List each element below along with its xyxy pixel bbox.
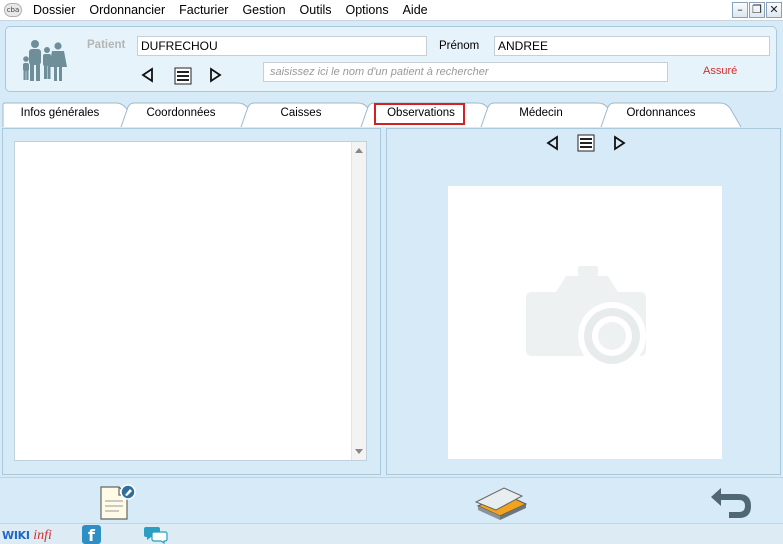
tab-caisses[interactable]: Caisses bbox=[240, 102, 380, 128]
footer-bar: WIKI infi f bbox=[0, 523, 783, 544]
window-controls: – ❐ ✕ bbox=[732, 2, 782, 18]
scroll-down-arrow-icon[interactable] bbox=[355, 449, 363, 454]
patient-firstname-field[interactable]: ANDREE bbox=[494, 36, 770, 56]
patient-label: Patient bbox=[87, 39, 126, 51]
list-icon[interactable] bbox=[577, 134, 595, 152]
menu-facturier[interactable]: Facturier bbox=[172, 0, 235, 21]
restore-button[interactable]: ❐ bbox=[749, 2, 765, 18]
tab-medecin[interactable]: Médecin bbox=[480, 102, 620, 128]
tab-coordonnees[interactable]: Coordonnées bbox=[120, 102, 260, 128]
menu-dossier[interactable]: Dossier bbox=[26, 0, 82, 21]
infi-text: infi bbox=[33, 528, 52, 543]
close-button[interactable]: ✕ bbox=[766, 2, 782, 18]
wikiinfi-link[interactable]: WIKI infi bbox=[2, 527, 52, 544]
tab-caisses-label: Caisses bbox=[280, 107, 322, 119]
tab-bar: Infos générales Coordonnées Caisses Obse… bbox=[0, 102, 783, 128]
triangle-right-icon[interactable] bbox=[207, 67, 223, 83]
tab-medecin-label: Médecin bbox=[519, 107, 563, 119]
status-badge: Assuré bbox=[703, 65, 738, 77]
observations-textarea[interactable] bbox=[14, 141, 367, 461]
observations-pane bbox=[2, 128, 381, 475]
family-icon bbox=[23, 40, 67, 81]
tab-ordonnances[interactable]: Ordonnances bbox=[600, 102, 742, 128]
chat-bubbles-icon[interactable] bbox=[144, 525, 168, 544]
tab-infos-generales-label: Infos générales bbox=[20, 107, 100, 119]
menu-options[interactable]: Options bbox=[339, 0, 396, 21]
tab-coordonnees-label: Coordonnées bbox=[146, 107, 216, 119]
photo-pane bbox=[386, 128, 781, 475]
bottom-toolbar bbox=[0, 477, 783, 523]
prenom-label: Prénom bbox=[439, 40, 480, 52]
patient-search-input[interactable] bbox=[263, 62, 668, 82]
tab-observations-label: Observations bbox=[387, 107, 455, 119]
facebook-icon[interactable]: f bbox=[82, 525, 101, 544]
camera-placeholder-icon bbox=[526, 266, 646, 370]
vertical-scrollbar[interactable] bbox=[351, 142, 366, 460]
patient-header: Patient DUFRECHOU Prénom ANDREE Assuré bbox=[5, 26, 777, 92]
app-logo-icon[interactable]: cba bbox=[4, 3, 22, 17]
return-arrow-icon[interactable] bbox=[707, 484, 757, 520]
document-edit-icon[interactable] bbox=[97, 483, 137, 521]
scanner-icon[interactable] bbox=[474, 482, 530, 522]
menu-ordonnancier[interactable]: Ordonnancier bbox=[82, 0, 172, 21]
tab-ordonnances-label: Ordonnances bbox=[626, 107, 696, 119]
triangle-left-icon[interactable] bbox=[140, 67, 156, 83]
menu-outils[interactable]: Outils bbox=[293, 0, 339, 21]
menu-bar: cba Dossier Ordonnancier Facturier Gesti… bbox=[0, 0, 783, 21]
menu-gestion[interactable]: Gestion bbox=[235, 0, 292, 21]
photo-frame[interactable] bbox=[448, 186, 722, 459]
menu-aide[interactable]: Aide bbox=[396, 0, 435, 21]
tab-observations[interactable]: Observations bbox=[360, 102, 500, 128]
list-icon[interactable] bbox=[174, 67, 192, 85]
scroll-up-arrow-icon[interactable] bbox=[355, 148, 363, 153]
minimize-button[interactable]: – bbox=[732, 2, 748, 18]
wiki-text: WIKI bbox=[2, 529, 30, 542]
triangle-left-icon[interactable] bbox=[545, 135, 561, 151]
triangle-right-icon[interactable] bbox=[611, 135, 627, 151]
observations-text bbox=[15, 142, 366, 148]
patient-name-field[interactable]: DUFRECHOU bbox=[137, 36, 427, 56]
